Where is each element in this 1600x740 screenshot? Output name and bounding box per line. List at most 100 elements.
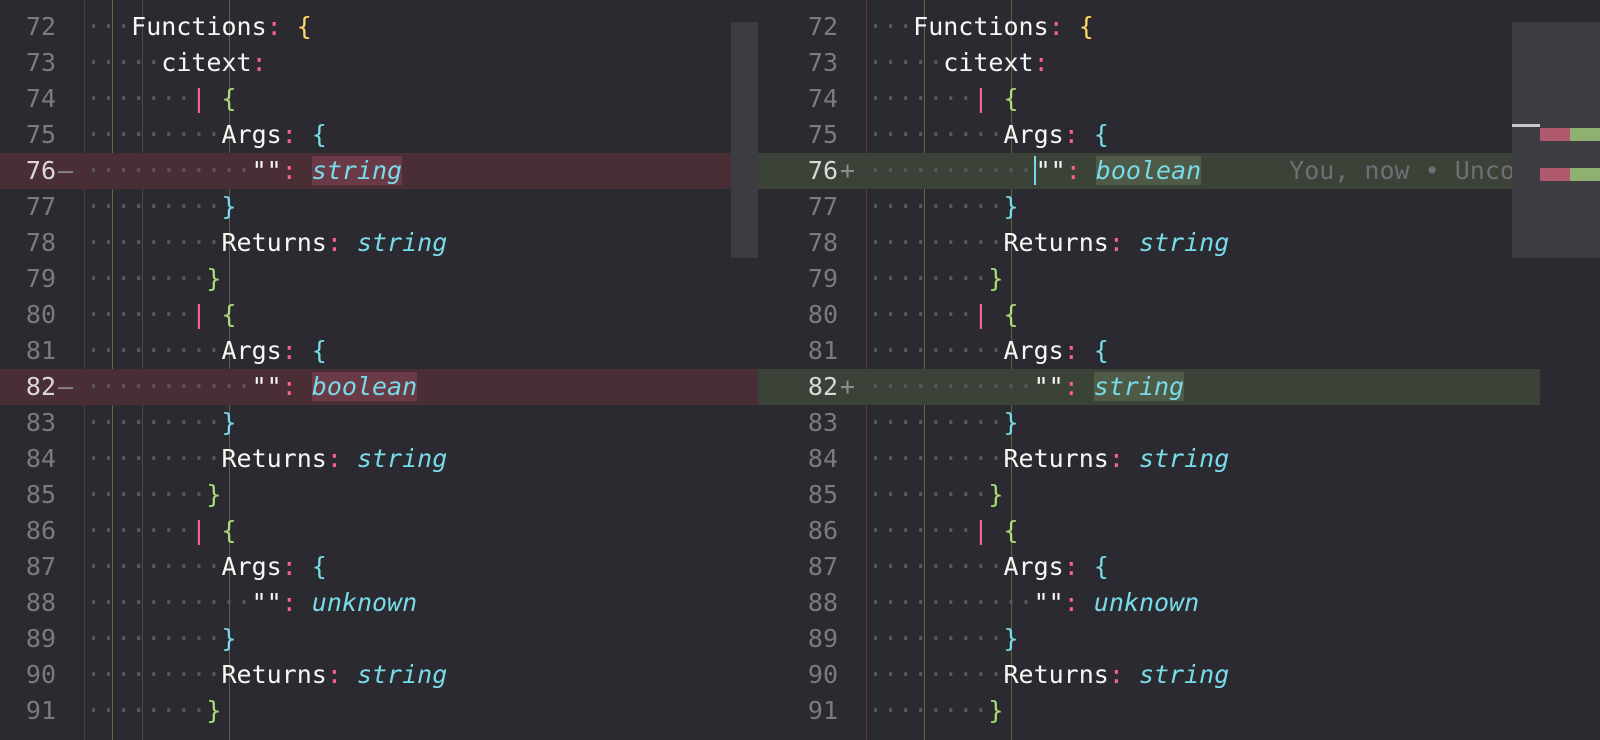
code-line[interactable]: 82— ···········"": boolean [0,369,758,405]
code-text: ·········Args: { [868,333,1109,369]
code-token: : [1108,660,1139,689]
code-line[interactable]: 86 ·······| { [0,513,758,549]
code-line[interactable]: 80 ·······| { [0,297,758,333]
line-number: 81 [25,336,56,365]
line-number: 73 [807,48,838,77]
code-token: : [281,372,312,401]
code-token: unknown [1093,588,1200,617]
code-token: Returns [1003,228,1109,257]
code-text: ·······| { [868,81,1019,117]
minimap-viewport[interactable] [1512,124,1540,127]
code-line[interactable]: 82 + ···········"": string [758,369,1540,405]
code-token: } [221,408,237,437]
line-number: 81 [807,336,838,365]
code-line[interactable]: 76— ···········"": string [0,153,758,189]
code-line[interactable]: 84 ·········Returns: string [0,441,758,477]
code-line[interactable]: 73 ·····citext: [758,45,1540,81]
code-token: Args [1003,336,1064,365]
code-line[interactable]: 83 ·········} [0,405,758,441]
code-token: | [973,300,1004,329]
code-line[interactable]: 87 ·········Args: { [0,549,758,585]
code-token: Args [221,552,282,581]
code-token: Returns [1003,660,1109,689]
line-number: 74 [25,84,56,113]
code-text: ·········} [868,405,1019,441]
code-text: ···········"": unknown [86,585,417,621]
code-line[interactable]: 90 ·········Returns: string [758,657,1540,693]
code-token: | [191,300,222,329]
code-token: citext [161,48,252,77]
whitespace-dots: ····· [86,48,162,77]
line-number: 84 [25,444,56,473]
whitespace-dots: ··········· [868,588,1034,617]
code-text: ·······| { [868,297,1019,333]
code-token: } [1003,408,1019,437]
code-line[interactable]: 81 ·········Args: { [0,333,758,369]
code-text: ·········} [86,189,237,225]
line-number: 90 [807,660,838,689]
whitespace-dots: ········· [868,228,1004,257]
whitespace-dots: ········· [86,660,222,689]
code-line[interactable]: 75 ·········Args: { [758,117,1540,153]
code-line[interactable]: 75 ·········Args: { [0,117,758,153]
whitespace-dots: ··· [86,12,132,41]
whitespace-dots: ········· [868,624,1004,653]
code-text: ·········Args: { [86,549,327,585]
line-number: 75 [807,120,838,149]
code-text: ········} [868,693,1003,729]
code-token: Returns [221,660,327,689]
code-line[interactable]: 81 ·········Args: { [758,333,1540,369]
code-token: "" [251,372,282,401]
code-token: unknown [311,588,418,617]
code-line[interactable]: 79 ········} [0,261,758,297]
code-line[interactable]: 80 ·······| { [758,297,1540,333]
code-line[interactable]: 89 ·········} [758,621,1540,657]
code-line[interactable]: 78 ·········Returns: string [758,225,1540,261]
code-line[interactable]: 72 ···Functions: { [758,9,1540,45]
code-token: { [311,120,327,149]
code-line[interactable]: 90 ·········Returns: string [0,657,758,693]
vertical-scrollbar[interactable] [731,22,758,258]
code-line[interactable]: 84 ·········Returns: string [758,441,1540,477]
code-token: } [1003,192,1019,221]
code-token: string [1138,660,1230,689]
code-token: string [356,660,448,689]
code-line[interactable]: 85 ········} [758,477,1540,513]
code-line[interactable]: 77 ·········} [0,189,758,225]
code-line[interactable]: 77 ·········} [758,189,1540,225]
line-number: 86 [25,516,56,545]
code-line[interactable]: 73 ·····citext: [0,45,758,81]
code-token: citext [943,48,1034,77]
code-line[interactable]: 83 ·········} [758,405,1540,441]
whitespace-dots: ········ [868,264,989,293]
code-line[interactable]: 86 ·······| { [758,513,1540,549]
diff-marker: — [58,372,74,401]
code-line[interactable]: 91 ········} [758,693,1540,729]
code-token: | [191,516,222,545]
diff-pane-modified[interactable]: 72 ···Functions: {73 ·····citext: 74 ·······… [758,0,1540,740]
code-line[interactable]: 74 ·······| { [0,81,758,117]
code-text: ·······| { [86,513,237,549]
code-line[interactable]: 79 ········} [758,261,1540,297]
line-number: 82 [807,372,838,401]
code-text: ·········Args: { [86,117,327,153]
code-line[interactable]: 72 ···Functions: { [0,9,758,45]
diff-pane-original[interactable]: 72 ···Functions: {73 ·····citext: 74 ·······… [0,0,758,740]
code-line[interactable]: 74 ·······| { [758,81,1540,117]
code-token: string [1138,228,1230,257]
code-line[interactable]: 76 + ···········"": boolean You, now • Unco… [758,153,1540,189]
code-line[interactable]: 91 ········} [0,693,758,729]
code-line[interactable]: 78 ·········Returns: string [0,225,758,261]
whitespace-dots: ········· [868,408,1004,437]
code-line[interactable]: 89 ·········} [0,621,758,657]
whitespace-dots: ········· [86,192,222,221]
code-token: : [281,552,312,581]
code-line[interactable]: 85 ········} [0,477,758,513]
code-line[interactable]: 88 ···········"": unknown [758,585,1540,621]
line-number: 76 [807,156,838,185]
whitespace-dots: ········· [86,624,222,653]
line-number: 83 [25,408,56,437]
minimap-deletion-marker [1540,168,1570,181]
code-line[interactable]: 87 ·········Args: { [758,549,1540,585]
code-line[interactable]: 88 ···········"": unknown [0,585,758,621]
